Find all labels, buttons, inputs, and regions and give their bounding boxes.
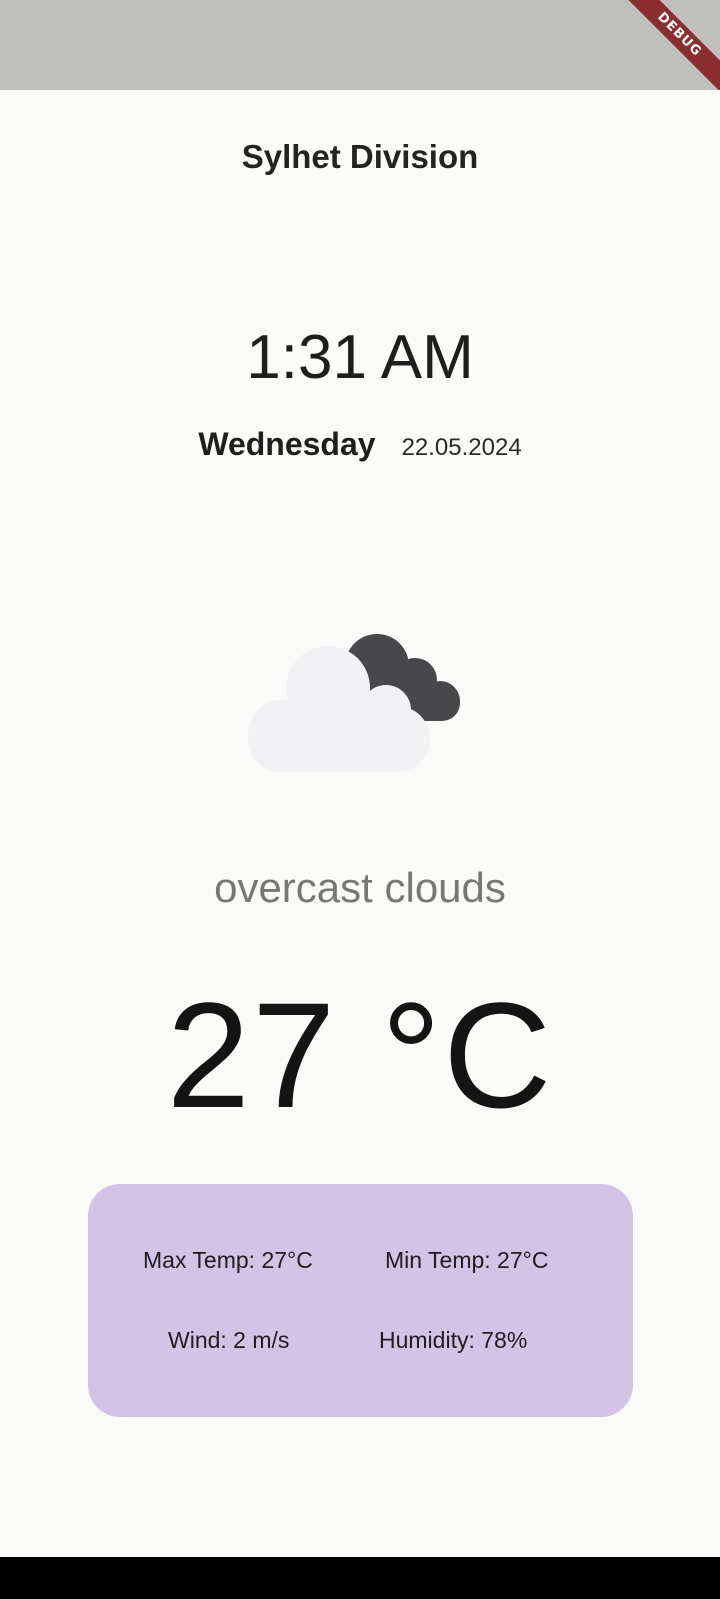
weekday-label: Wednesday bbox=[198, 426, 376, 462]
date-label: 22.05.2024 bbox=[401, 434, 522, 461]
navigation-bar bbox=[0, 1557, 720, 1599]
min-temp-label: Min Temp: 27°C bbox=[385, 1247, 549, 1273]
weather-description: overcast clouds bbox=[214, 864, 506, 911]
current-temperature: 27 °C bbox=[166, 971, 554, 1139]
main-content: Sylhet Division 1:31 AM Wednesday 22.05.… bbox=[0, 90, 720, 1557]
max-temp-label: Max Temp: 27°C bbox=[143, 1247, 313, 1273]
location-title: Sylhet Division bbox=[241, 138, 479, 175]
wind-label: Wind: 2 m/s bbox=[168, 1327, 290, 1353]
humidity-label: Humidity: 78% bbox=[379, 1327, 528, 1353]
debug-banner-label: DEBUG bbox=[618, 0, 720, 96]
current-time: 1:31 AM bbox=[246, 323, 474, 392]
weather-stats-card: Max Temp: 27°C Min Temp: 27°C Wind: 2 m/… bbox=[88, 1184, 633, 1417]
date-row: Wednesday 22.05.2024 bbox=[0, 426, 720, 463]
overcast-clouds-icon bbox=[248, 634, 460, 772]
